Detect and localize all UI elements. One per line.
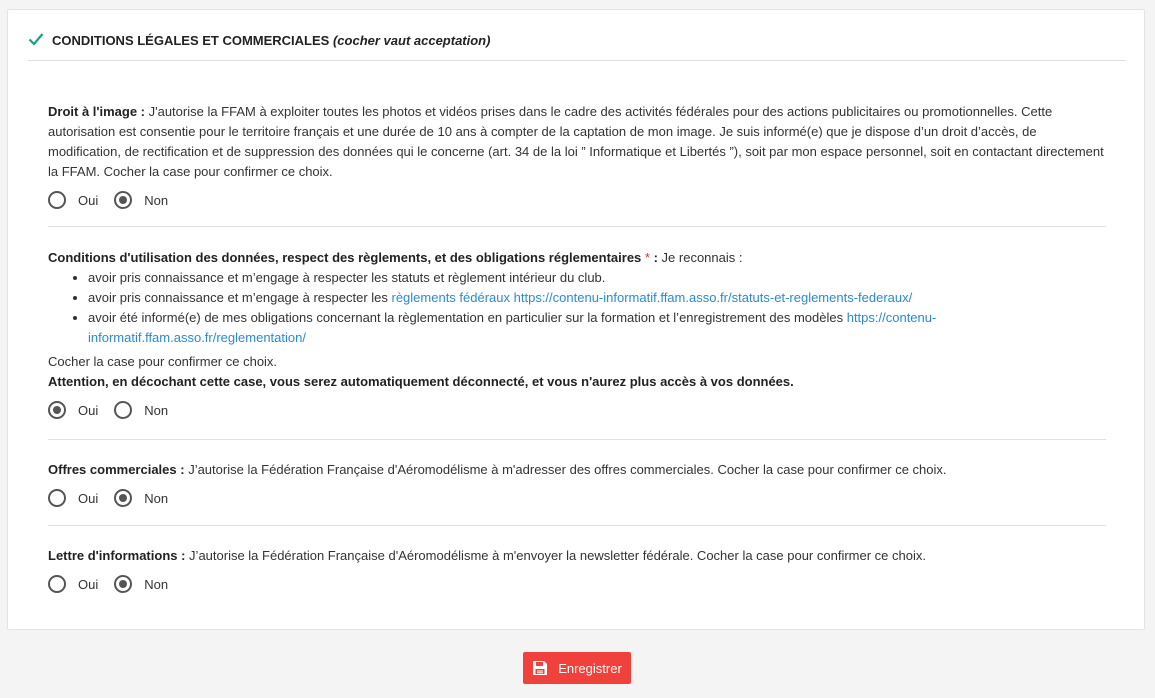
divider [48,525,1106,526]
list-item: avoir été informé(e) de mes obligations … [88,308,1106,348]
save-button-label: Enregistrer [558,660,622,676]
divider [48,226,1106,227]
conditions-warning: Attention, en décochant cette case, vous… [48,372,1106,392]
radio-label: Oui [78,576,99,592]
radio-label: Non [144,576,169,592]
conditions-colon: : [649,250,658,265]
conditions-heading: Conditions d'utilisation des données, re… [48,248,1106,268]
radio-circle-checked[interactable] [114,489,133,507]
floppy-disk-icon [533,661,548,675]
newsletter-section: Lettre d'informations : J’autorise la Fé… [48,546,1106,596]
offers-radio-group: Oui Non [48,486,1106,510]
conditions-no-radio[interactable]: Non [114,401,168,419]
image-rights-text: Droit à l'image : J'autorise la FFAM à e… [48,102,1106,182]
conditions-label: Conditions d'utilisation des données, re… [48,250,642,265]
legal-conditions-card: CONDITIONS LÉGALES ET COMMERCIALES (coch… [7,9,1145,630]
conditions-intro: Je reconnais : [657,250,743,265]
radio-label: Non [144,192,169,208]
list-item: avoir pris connaissance et m’engage à re… [88,268,1106,288]
radio-circle-checked[interactable] [114,575,133,593]
radio-circle-checked[interactable] [114,191,133,209]
radio-circle-checked[interactable] [48,401,66,419]
card-title-text: CONDITIONS LÉGALES ET COMMERCIALES [52,33,330,48]
federal-rules-url-link[interactable]: https://contenu-informatif.ffam.asso.fr/… [514,290,913,305]
image-rights-no-radio[interactable]: Non [114,191,168,209]
radio-label: Non [144,402,169,418]
image-rights-radio-group: Oui Non [48,188,1106,212]
newsletter-text: Lettre d'informations : J’autorise la Fé… [48,546,1106,566]
image-rights-section: Droit à l'image : J'autorise la FFAM à e… [48,102,1106,212]
divider [48,439,1106,440]
radio-label: Non [144,490,169,506]
radio-circle[interactable] [48,191,66,209]
image-rights-label: Droit à l'image : [48,104,145,119]
offers-label: Offres commerciales : [48,462,185,477]
radio-circle[interactable] [114,401,133,419]
conditions-section: Conditions d'utilisation des données, re… [48,248,1106,422]
newsletter-label: Lettre d'informations : [48,548,186,563]
conditions-list: avoir pris connaissance et m’engage à re… [48,268,1106,348]
list-item-text: avoir pris connaissance et m’engage à re… [88,290,392,305]
newsletter-no-radio[interactable]: Non [114,575,168,593]
newsletter-radio-group: Oui Non [48,572,1106,596]
image-rights-description: J'autorise la FFAM à exploiter toutes le… [48,104,1104,179]
card-title: CONDITIONS LÉGALES ET COMMERCIALES (coch… [52,31,490,51]
conditions-confirm: Cocher la case pour confirmer ce choix. [48,354,278,369]
save-button[interactable]: Enregistrer [523,652,631,684]
card-header: CONDITIONS LÉGALES ET COMMERCIALES (coch… [28,28,1126,61]
radio-label: Oui [78,192,99,208]
radio-label: Oui [78,402,99,418]
conditions-yes-radio[interactable]: Oui [48,401,98,419]
newsletter-description: J’autorise la Fédération Française d'Aér… [185,548,926,563]
list-item-text: avoir été informé(e) de mes obligations … [88,310,847,325]
offers-description: J’autorise la Fédération Française d'Aér… [184,462,947,477]
conditions-radio-group: Oui Non [48,398,1106,422]
check-icon [28,33,44,46]
offers-text: Offres commerciales : J’autorise la Fédé… [48,460,1106,480]
radio-label: Oui [78,490,99,506]
image-rights-yes-radio[interactable]: Oui [48,191,98,209]
federal-rules-link[interactable]: règlements fédéraux [392,290,511,305]
offers-section: Offres commerciales : J’autorise la Fédé… [48,460,1106,510]
offers-yes-radio[interactable]: Oui [48,489,98,507]
newsletter-yes-radio[interactable]: Oui [48,575,98,593]
list-item: avoir pris connaissance et m’engage à re… [88,288,1106,308]
radio-circle[interactable] [48,489,66,507]
warning-text: Attention, en décochant cette case, vous… [48,374,794,389]
card-title-subtitle: (cocher vaut acceptation) [332,33,491,48]
offers-no-radio[interactable]: Non [114,489,168,507]
radio-circle[interactable] [48,575,66,593]
